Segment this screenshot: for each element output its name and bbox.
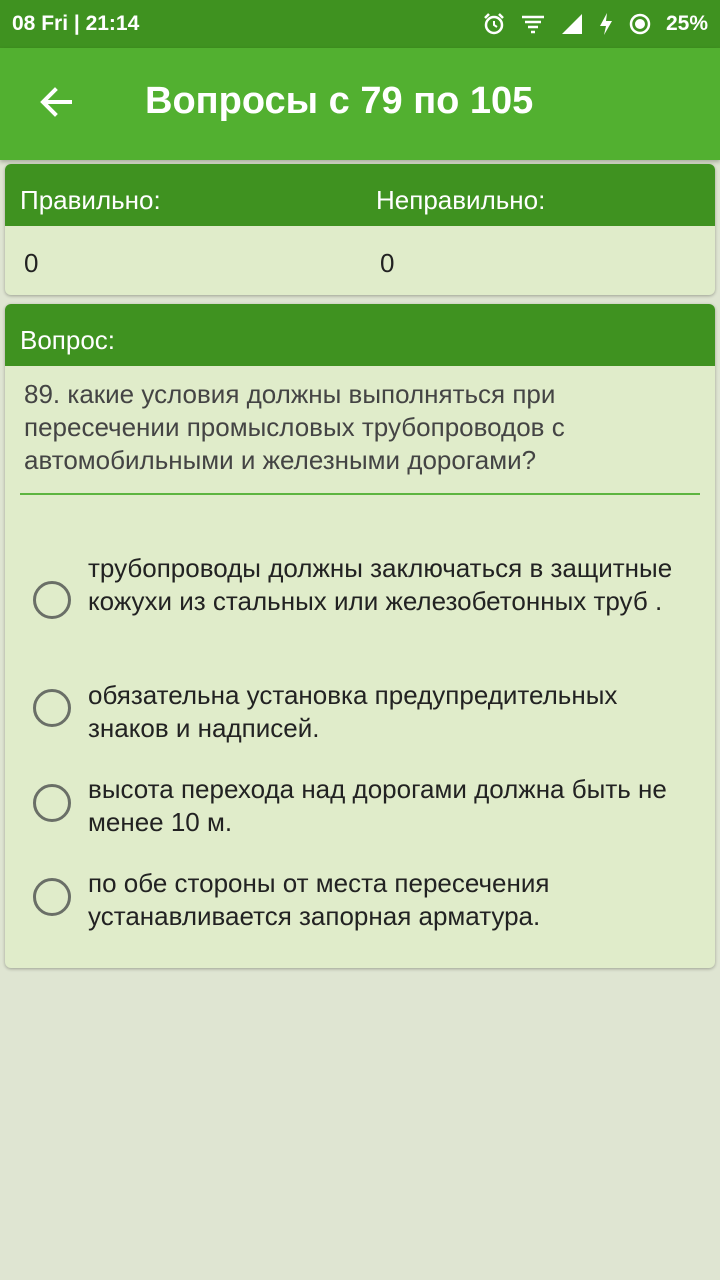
incorrect-count: 0	[380, 248, 395, 278]
signal-icon	[560, 12, 584, 36]
correct-count: 0	[24, 248, 39, 278]
radio-button[interactable]	[33, 581, 71, 619]
app-bar: Вопросы с 79 по 105	[0, 48, 720, 160]
answer-option-label: высота перехода над дорогами должна быть…	[88, 774, 667, 837]
divider	[20, 493, 700, 495]
score-header: Правильно: Неправильно:	[5, 164, 715, 226]
radio-button[interactable]	[33, 784, 71, 822]
back-button[interactable]	[28, 76, 84, 132]
incorrect-label: Неправильно:	[376, 185, 546, 215]
battery-icon	[628, 12, 652, 36]
question-header: Вопрос:	[5, 304, 715, 366]
answer-option-1[interactable]: трубопроводы должны заключаться в защитн…	[5, 549, 715, 649]
answer-option-2[interactable]: обязательна установка предупредительных …	[5, 676, 715, 746]
answer-option-label: по обе стороны от места пересечения уста…	[88, 868, 550, 931]
question-card: Вопрос: 89. какие условия должны выполня…	[5, 304, 715, 968]
page-title: Вопросы с 79 по 105	[145, 80, 534, 122]
arrow-left-icon	[38, 84, 74, 125]
alarm-icon	[482, 12, 506, 36]
status-time: 08 Fri | 21:14	[12, 12, 140, 35]
status-bar: 08 Fri | 21:14 25%	[0, 0, 720, 48]
status-icons: 25%	[482, 12, 708, 36]
question-text: 89. какие условия должны выполняться при…	[24, 379, 565, 475]
radio-button[interactable]	[33, 689, 71, 727]
wifi-icon	[520, 12, 546, 36]
score-card: Правильно: Неправильно: 0 0	[5, 164, 715, 295]
correct-label: Правильно:	[20, 185, 161, 215]
answer-option-label: обязательна установка предупредительных …	[88, 680, 618, 743]
answer-option-4[interactable]: по обе стороны от места пересечения уста…	[5, 864, 715, 934]
answer-option-label: трубопроводы должны заключаться в защитн…	[88, 553, 673, 616]
battery-percent: 25%	[665, 12, 708, 35]
score-values: 0 0	[5, 226, 715, 295]
answer-option-3[interactable]: высота перехода над дорогами должна быть…	[5, 770, 715, 840]
charging-icon	[598, 12, 614, 36]
radio-button[interactable]	[33, 878, 71, 916]
